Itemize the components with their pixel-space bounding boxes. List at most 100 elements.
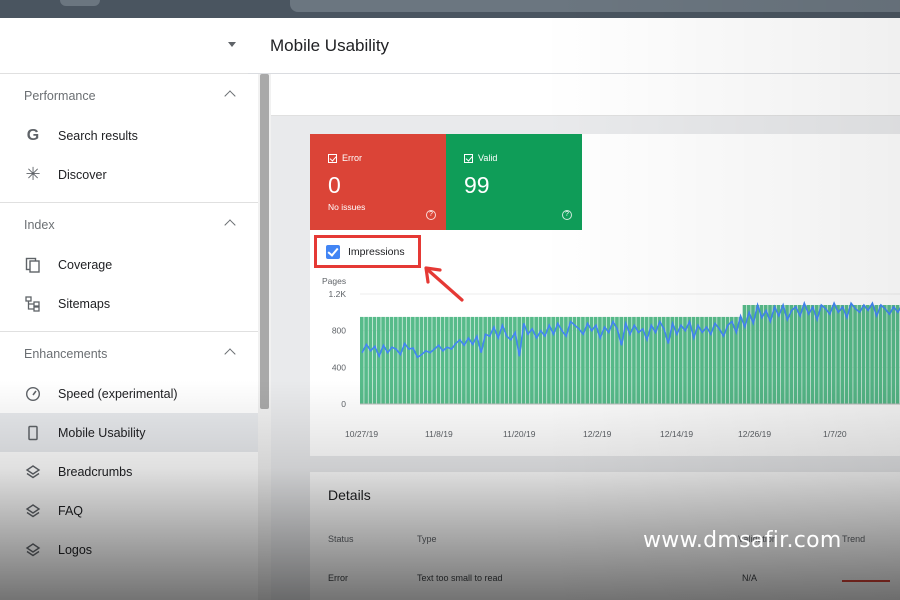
checkbox-checked-icon[interactable] [328,153,337,163]
sidebar-item-mobile-usability[interactable]: Mobile Usability [0,413,258,452]
y-axis-label: Pages [322,276,346,286]
sidebar-item-faq[interactable]: FAQ [0,491,258,530]
chart-bar [848,305,853,404]
chart-bar [712,316,717,404]
chart-bar [687,316,692,404]
chart-bar [891,305,896,404]
chart-bar [882,305,887,404]
asterisk-icon: ✳ [25,164,41,184]
sidebar-item-discover[interactable]: ✳ Discover [0,155,258,194]
chart-bar [887,305,891,404]
help-icon[interactable]: ? [562,210,572,220]
y-tick-label: 0 [341,399,346,409]
section-header-index[interactable]: Index [0,205,258,245]
chart-bar [776,305,781,404]
page-title: Mobile Usability [270,36,390,55]
sidebar: Performance G Search results ✳ Discover … [0,18,258,600]
chart-bar [389,316,394,404]
chart-bar [874,305,879,404]
chart-bar [865,305,870,404]
chart-bar [462,316,466,404]
section-header-enhancements[interactable]: Enhancements [0,334,258,374]
sidebar-section-performance: Performance G Search results ✳ Discover [0,76,258,203]
valid-tile-header: Valid [464,153,497,163]
chart-bar [657,316,662,404]
checkbox-checked-icon[interactable] [326,245,340,259]
smartphone-icon [24,424,42,442]
chart-bar [831,305,836,404]
layers-icon [24,463,42,481]
chevron-up-icon[interactable] [224,90,236,102]
x-tick-label: 12/2/19 [583,429,612,439]
impressions-toggle[interactable]: Impressions [326,245,405,259]
chart-bar [763,305,768,404]
sidebar-item-label: Logos [58,542,93,557]
sidebar-item-label: Speed (experimental) [58,386,178,401]
chart-bar [411,316,415,404]
chart-bar [474,316,479,404]
dropdown-caret-icon[interactable] [228,42,236,47]
chart-bar [534,316,538,404]
row-status: Error [328,573,348,583]
chevron-up-icon[interactable] [224,219,236,231]
chart-bar [436,316,441,404]
inspect-url-search-bar[interactable] [290,0,900,12]
chart-bar [423,316,428,404]
sidebar-section-enhancements: Enhancements Speed (experimental) Mobile… [0,334,258,577]
chart-bar [479,316,483,404]
section-header-performance[interactable]: Performance [0,76,258,116]
chart-bar [819,305,823,404]
row-type[interactable]: Text too small to read [417,573,503,583]
chart-bar [738,316,743,404]
chart-bar [372,316,377,404]
sidebar-item-label: Search results [58,128,138,143]
sidebar-item-speed[interactable]: Speed (experimental) [0,374,258,413]
chevron-up-icon[interactable] [224,348,236,360]
error-subtext: No issues [328,202,366,212]
sidebar-scrollbar[interactable] [258,74,271,600]
chart-bar [755,305,760,404]
column-header-trend[interactable]: Trend [842,534,865,544]
chart-bar [823,305,828,404]
sidebar-item-coverage[interactable]: Coverage [0,245,258,284]
chart-bar [619,316,624,404]
copy-pages-icon [24,256,42,274]
x-tick-label: 11/8/19 [425,429,453,439]
chart-bar [470,316,475,404]
sidebar-item-search-results[interactable]: G Search results [0,116,258,155]
sidebar-item-sitemaps[interactable]: Sitemaps [0,284,258,323]
checkbox-checked-icon[interactable] [464,153,473,163]
chart-bar [398,316,402,404]
column-header-type[interactable]: Type [417,534,437,544]
chart-bar [853,305,857,404]
sidebar-item-label: Coverage [58,257,113,272]
chart-bar [466,316,470,404]
chart-bar [572,316,577,404]
help-icon[interactable]: ? [426,210,436,220]
sidebar-item-breadcrumbs[interactable]: Breadcrumbs [0,452,258,491]
chart-bar [666,316,670,404]
error-count: 0 [328,172,341,198]
property-selector[interactable] [0,18,258,74]
x-tick-label: 12/14/19 [660,429,693,439]
chart-bar [428,316,432,404]
x-tick-label: 1/7/20 [823,429,847,439]
chart-bar [759,305,764,404]
chart-bar [555,316,560,404]
section-title: Enhancements [24,347,108,361]
column-header-status[interactable]: Status [328,534,354,544]
scrollbar-thumb[interactable] [260,74,269,409]
impressions-label: Impressions [348,246,405,258]
y-tick-label: 400 [332,362,346,372]
sidebar-item-logos[interactable]: Logos [0,530,258,569]
chart-bar [793,305,798,404]
x-tick-label: 10/27/19 [345,429,378,439]
valid-tile[interactable]: Valid 99 ? [446,134,582,230]
chart-bar [895,305,900,404]
section-title: Performance [24,89,96,103]
watermark-text: www.dmsafir.com [643,528,842,553]
page-header: Mobile Usability [248,18,900,74]
layers-icon [24,502,42,520]
error-tile[interactable]: Error 0 No issues ? [310,134,446,230]
chart-bar [496,316,500,404]
